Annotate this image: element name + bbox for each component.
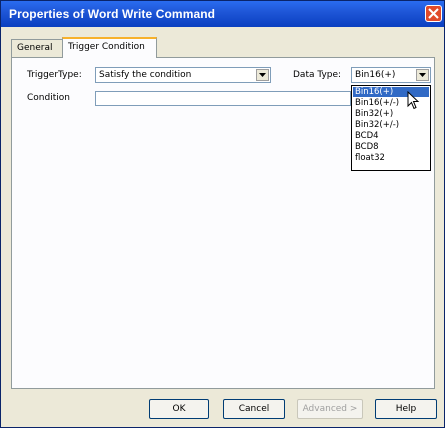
data-type-value: Bin16(+) <box>355 70 396 80</box>
mouse-cursor-icon <box>407 91 420 110</box>
ok-button[interactable]: OK <box>149 399 209 419</box>
cancel-button[interactable]: Cancel <box>223 399 285 419</box>
title-bar[interactable]: Properties of Word Write Command <box>1 1 444 27</box>
close-button[interactable] <box>425 5 442 22</box>
window-title: Properties of Word Write Command <box>9 7 216 21</box>
close-icon <box>428 8 439 19</box>
option-bcd4[interactable]: BCD4 <box>353 131 429 141</box>
trigger-type-dropdown-button[interactable] <box>256 69 269 81</box>
advanced-button[interactable]: Advanced > <box>297 399 363 419</box>
data-type-select[interactable]: Bin16(+) <box>351 67 431 83</box>
trigger-type-label: TriggerType: <box>27 70 82 80</box>
data-type-label: Data Type: <box>293 70 342 80</box>
option-bcd8[interactable]: BCD8 <box>353 142 429 152</box>
tab-trigger-condition[interactable]: Trigger Condition <box>62 37 157 58</box>
condition-field[interactable] <box>95 91 351 106</box>
trigger-type-select[interactable]: Satisfy the condition <box>95 67 271 83</box>
tab-general[interactable]: General <box>11 39 63 57</box>
help-button[interactable]: Help <box>375 399 437 419</box>
dialog-window: Properties of Word Write Command General… <box>0 0 445 428</box>
chevron-down-icon <box>259 73 266 77</box>
trigger-type-value: Satisfy the condition <box>99 70 192 80</box>
option-bin32-signed[interactable]: Bin32(+/-) <box>353 120 429 130</box>
condition-label: Condition <box>27 93 70 103</box>
chevron-down-icon <box>419 73 426 77</box>
data-type-dropdown-button[interactable] <box>416 69 429 81</box>
option-bin32-unsigned[interactable]: Bin32(+) <box>353 109 429 119</box>
option-float32[interactable]: float32 <box>353 153 429 163</box>
